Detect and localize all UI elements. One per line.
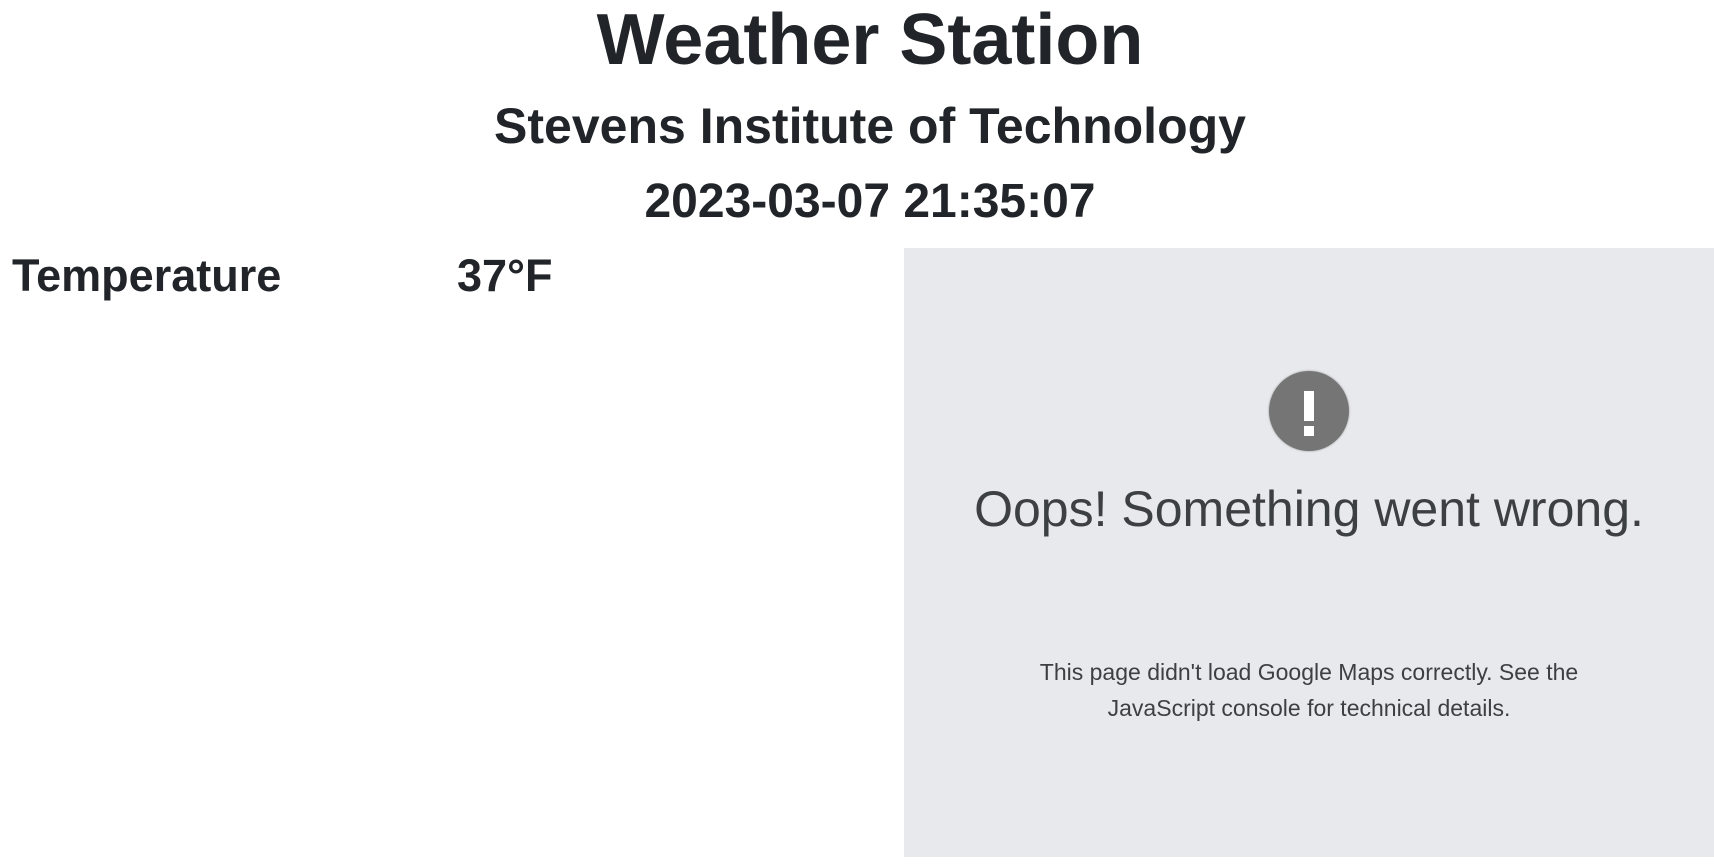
timestamp: 2023-03-07 21:35:07 <box>644 175 1096 228</box>
map-error-title: Oops! Something went wrong. <box>974 481 1644 537</box>
reading-row-temperature: Temperature 37°F <box>12 246 872 306</box>
exclamation-icon <box>1269 371 1349 451</box>
map-container[interactable]: Oops! Something went wrong. This page di… <box>904 248 1714 857</box>
readings-table: Temperature 37°F <box>12 246 872 306</box>
page-title: Weather Station <box>596 0 1144 80</box>
reading-value: 37°F <box>457 250 553 301</box>
location-name: Stevens Institute of Technology <box>494 98 1246 154</box>
reading-label: Temperature <box>12 250 282 301</box>
map-error-message: This page didn't load Google Maps correc… <box>1039 659 1579 721</box>
